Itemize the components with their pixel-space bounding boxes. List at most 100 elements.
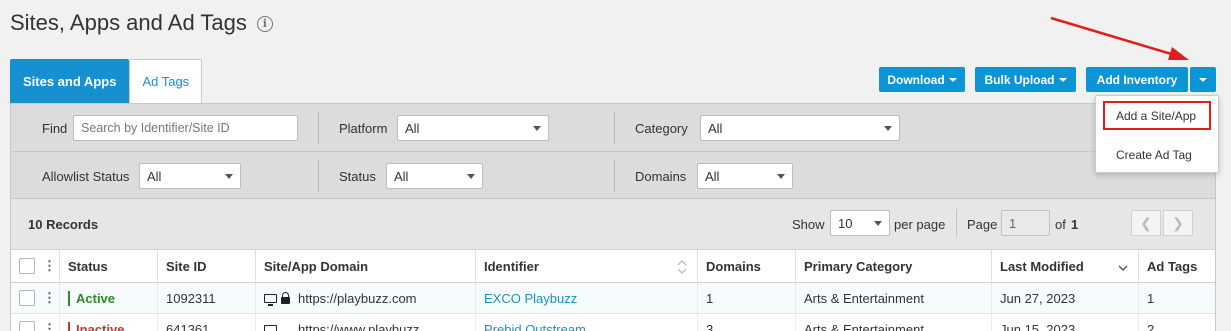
- last-modified-header-label: Last Modified: [1000, 258, 1084, 274]
- column-header-primary-category[interactable]: Primary Category: [796, 250, 992, 282]
- find-search-input[interactable]: Search by Identifier/Site ID: [73, 115, 298, 141]
- prev-page-button[interactable]: ❮: [1131, 210, 1161, 236]
- lock-icon: [281, 291, 290, 304]
- identifier-link[interactable]: Prebid Outstream: [484, 322, 586, 331]
- show-label: Show: [792, 217, 825, 232]
- column-header-site-app-domain[interactable]: Site/App Domain: [256, 250, 476, 282]
- page-title-text: Sites, Apps and Ad Tags: [10, 10, 247, 35]
- chevron-left-icon: ❮: [1140, 214, 1152, 231]
- last-modified-cell: Jun 27, 2023: [992, 283, 1139, 313]
- column-header-site-id[interactable]: Site ID: [158, 250, 256, 282]
- column-header-ad-tags[interactable]: Ad Tags: [1139, 250, 1215, 282]
- allowlist-status-label: Allowlist Status: [42, 169, 130, 184]
- download-button-label: Download: [887, 72, 945, 87]
- caret-down-icon: [948, 77, 957, 82]
- status-badge: Active: [68, 290, 115, 306]
- per-page-label: per page: [894, 217, 946, 232]
- info-icon[interactable]: i: [256, 16, 273, 32]
- domains-cell: 1: [698, 283, 796, 313]
- category-label: Category: [635, 121, 688, 136]
- identifier-header-label: Identifier: [484, 258, 539, 274]
- identifier-cell: Prebid Outstream: [476, 314, 698, 331]
- sort-desc-icon[interactable]: [1118, 260, 1128, 274]
- desktop-icon: [264, 293, 277, 306]
- last-modified-cell: Jun 15, 2023: [992, 314, 1139, 331]
- column-header-last-modified[interactable]: Last Modified: [992, 250, 1139, 282]
- platform-label: Platform: [339, 121, 388, 136]
- caret-down-icon: [1199, 77, 1207, 82]
- per-page-value: 10: [838, 215, 853, 231]
- row-checkbox[interactable]: [19, 290, 35, 306]
- total-pages: 1: [1071, 217, 1079, 232]
- filter-row-1: Find Search by Identifier/Site ID Platfo…: [11, 104, 1215, 152]
- select-all-checkbox[interactable]: [19, 258, 35, 274]
- chevron-right-icon: ❯: [1172, 214, 1184, 231]
- filter-panel: Find Search by Identifier/Site ID Platfo…: [10, 103, 1216, 199]
- domain-text: https://www.playbuzz...: [298, 321, 431, 331]
- arrow-head: [1168, 47, 1189, 60]
- ad-tags-cell: 2: [1147, 321, 1155, 331]
- add-inventory-button[interactable]: Add Inventory: [1086, 67, 1188, 92]
- tab-sites-and-apps[interactable]: Sites and Apps: [10, 59, 130, 110]
- chevron-down-icon: [467, 173, 475, 179]
- caret-down-icon: [1058, 77, 1067, 82]
- per-page-select[interactable]: 10: [830, 210, 890, 236]
- column-header-status[interactable]: Status: [60, 250, 158, 282]
- arrow-shaft: [1050, 16, 1179, 58]
- chevron-down-icon: [225, 173, 233, 179]
- of-label: of: [1055, 217, 1066, 232]
- site-id-cell: 1092311: [158, 283, 256, 313]
- table-row[interactable]: ⋮ Active 1092311 https://playbuzz.com EX…: [11, 283, 1215, 314]
- filter-divider: [318, 112, 319, 144]
- column-header-domains[interactable]: Domains: [698, 250, 796, 282]
- sites-table: ⋮ Status Site ID Site/App Domain Identif…: [10, 249, 1216, 331]
- page-title: Sites, Apps and Ad Tags i: [10, 10, 273, 36]
- download-button[interactable]: Download: [879, 67, 965, 92]
- next-page-button[interactable]: ❯: [1163, 210, 1193, 236]
- kebab-menu-icon[interactable]: ⋮: [43, 258, 56, 274]
- column-header-identifier[interactable]: Identifier: [476, 250, 698, 282]
- site-id-cell: 641361: [158, 314, 256, 331]
- table-row[interactable]: ⋮ Inactive 641361 https://www.playbuzz..…: [11, 314, 1215, 331]
- table-header-row: ⋮ Status Site ID Site/App Domain Identif…: [11, 249, 1215, 283]
- kebab-menu-icon[interactable]: ⋮: [43, 321, 56, 331]
- add-inventory-button-label: Add Inventory: [1096, 72, 1178, 87]
- menu-item-create-ad-tag[interactable]: Create Ad Tag: [1096, 148, 1218, 162]
- filter-divider: [614, 160, 615, 192]
- chevron-down-icon: [874, 220, 882, 226]
- identifier-cell: EXCO Playbuzz: [476, 283, 698, 313]
- identifier-link[interactable]: EXCO Playbuzz: [484, 291, 577, 306]
- domains-select[interactable]: All: [697, 163, 793, 189]
- status-cell: Active: [60, 283, 158, 313]
- allowlist-status-select-value: All: [147, 168, 162, 184]
- domains-cell: 3: [698, 314, 796, 331]
- category-select[interactable]: All: [700, 115, 900, 141]
- row-select-cell: ⋮: [11, 314, 60, 331]
- domain-text: https://playbuzz.com: [298, 290, 417, 306]
- status-select[interactable]: All: [386, 163, 483, 189]
- platform-select-value: All: [405, 120, 420, 136]
- status-cell: Inactive: [60, 314, 158, 331]
- highlight-box: [1103, 101, 1211, 130]
- desktop-icon: [264, 324, 277, 331]
- kebab-menu-icon[interactable]: ⋮: [43, 290, 56, 306]
- domains-select-value: All: [705, 168, 720, 184]
- tab-bar: Sites and Apps Ad Tags: [10, 59, 203, 110]
- page-number-input[interactable]: 1: [1001, 210, 1050, 236]
- status-select-value: All: [394, 168, 409, 184]
- platform-select[interactable]: All: [397, 115, 549, 141]
- tab-ad-tags[interactable]: Ad Tags: [129, 59, 203, 103]
- chevron-down-icon: [884, 125, 892, 131]
- records-divider: [956, 209, 957, 237]
- add-inventory-dropdown-toggle[interactable]: [1190, 67, 1216, 92]
- records-bar: 10 Records Show 10 per page Page 1 of 1 …: [10, 199, 1216, 249]
- filter-divider: [318, 160, 319, 192]
- bulk-upload-button-label: Bulk Upload: [984, 72, 1055, 87]
- domain-cell: https://playbuzz.com: [256, 283, 476, 313]
- domains-label: Domains: [635, 169, 687, 184]
- allowlist-status-select[interactable]: All: [139, 163, 241, 189]
- status-label: Status: [339, 169, 376, 184]
- bulk-upload-button[interactable]: Bulk Upload: [975, 67, 1076, 92]
- row-checkbox[interactable]: [19, 321, 35, 331]
- sort-icon[interactable]: [677, 260, 687, 274]
